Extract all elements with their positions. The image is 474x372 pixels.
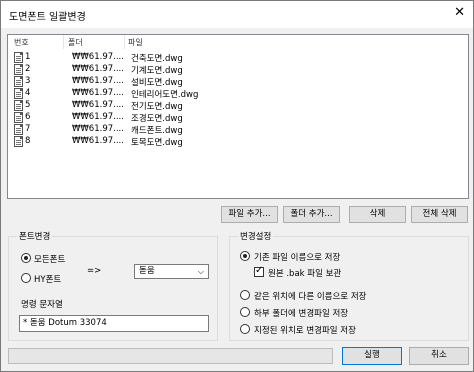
font-change-group: 폰트변경 모든폰트 HY폰트 => 돋움 ⌵ 명령 문자열 * 돋움 Dotum… (8, 230, 218, 341)
target-font-value: 돋움 (139, 266, 155, 276)
hy-fonts-label: HY폰트 (34, 275, 62, 285)
row-number: 7 (25, 124, 31, 134)
row-number: 3 (25, 76, 31, 86)
progress-bar (8, 348, 333, 364)
title-bar: 도면폰트 일괄변경 ✕ (1, 1, 473, 28)
delete-button[interactable]: 삭제 (349, 206, 406, 223)
arrow-label: => (87, 266, 102, 276)
row-file: 토목도면.dwg (131, 138, 183, 148)
all-fonts-label: 모든폰트 (34, 255, 66, 265)
delete-all-button[interactable]: 전체 삭제 (411, 206, 468, 223)
row-folder: ₩₩61.97.... (72, 124, 124, 134)
row-folder: ₩₩61.97.... (72, 64, 124, 74)
keep-bak-label: 원본 .bak 파일 보관 (268, 269, 342, 279)
font-batch-change-window: 도면폰트 일괄변경 ✕ 번호 폴더 파일 1 ₩₩61.97.... 건축도면.dw… (0, 0, 474, 372)
change-settings-group-label: 변경설정 (238, 230, 274, 242)
document-icon (14, 136, 23, 147)
document-icon (14, 64, 23, 75)
row-folder: ₩₩61.97.... (72, 88, 124, 98)
column-header-number[interactable]: 번호 (14, 35, 29, 49)
same-name-label: 기존 파일 이름으로 저장 (254, 253, 341, 263)
document-icon (14, 100, 23, 111)
subfolder-label: 하부 폴더에 변경파일 저장 (254, 309, 349, 319)
row-folder: ₩₩61.97.... (72, 100, 124, 110)
document-icon (14, 124, 23, 135)
row-folder: ₩₩61.97.... (72, 76, 124, 86)
target-font-select[interactable]: 돋움 ⌵ (134, 264, 209, 279)
other-name-label: 같은 위치에 다른 이름으로 저장 (254, 292, 367, 302)
subfolder-radio[interactable] (240, 307, 250, 317)
document-icon (14, 112, 23, 123)
file-list[interactable]: 번호 폴더 파일 1 ₩₩61.97.... 건축도면.dwg 2 ₩₩61.97...… (7, 34, 469, 199)
command-string-label: 명령 문자열 (21, 300, 63, 310)
row-number: 1 (25, 52, 31, 62)
row-folder: ₩₩61.97.... (72, 52, 124, 62)
change-settings-group: 변경설정 기존 파일 이름으로 저장 원본 .bak 파일 보관 같은 위치에 … (229, 230, 469, 341)
location-label: 지정된 위치로 변경파일 저장 (254, 326, 356, 336)
close-icon[interactable]: ✕ (454, 5, 465, 20)
row-folder: ₩₩61.97.... (72, 136, 124, 146)
same-name-radio[interactable] (240, 251, 250, 261)
location-radio[interactable] (240, 324, 250, 334)
document-icon (14, 76, 23, 87)
column-header-folder[interactable]: 폴더 (68, 35, 83, 49)
all-fonts-radio[interactable] (21, 253, 31, 263)
column-header-file[interactable]: 파일 (128, 35, 143, 49)
font-change-group-label: 폰트변경 (17, 230, 53, 242)
run-button[interactable]: 실행 (342, 347, 402, 365)
keep-bak-checkbox[interactable] (254, 265, 264, 277)
add-file-button[interactable]: 파일 추가... (221, 206, 278, 223)
row-number: 4 (25, 88, 31, 98)
hy-fonts-radio[interactable] (21, 273, 31, 283)
document-icon (14, 52, 23, 63)
add-folder-button[interactable]: 폴더 추가... (283, 206, 340, 223)
column-divider (124, 35, 125, 49)
document-icon (14, 88, 23, 99)
row-number: 6 (25, 112, 31, 122)
row-number: 8 (25, 136, 31, 146)
command-string-input[interactable]: * 돋움 Dotum 33074 (19, 315, 209, 332)
row-folder: ₩₩61.97.... (72, 112, 124, 122)
cancel-button[interactable]: 취소 (409, 347, 469, 365)
other-name-radio[interactable] (240, 290, 250, 300)
column-divider (63, 35, 64, 49)
row-number: 2 (25, 64, 31, 74)
chevron-down-icon: ⌵ (197, 267, 204, 276)
row-number: 5 (25, 100, 31, 110)
window-title: 도면폰트 일괄변경 (9, 12, 86, 23)
list-item[interactable]: 8 ₩₩61.97.... 토목도면.dwg (8, 135, 468, 148)
